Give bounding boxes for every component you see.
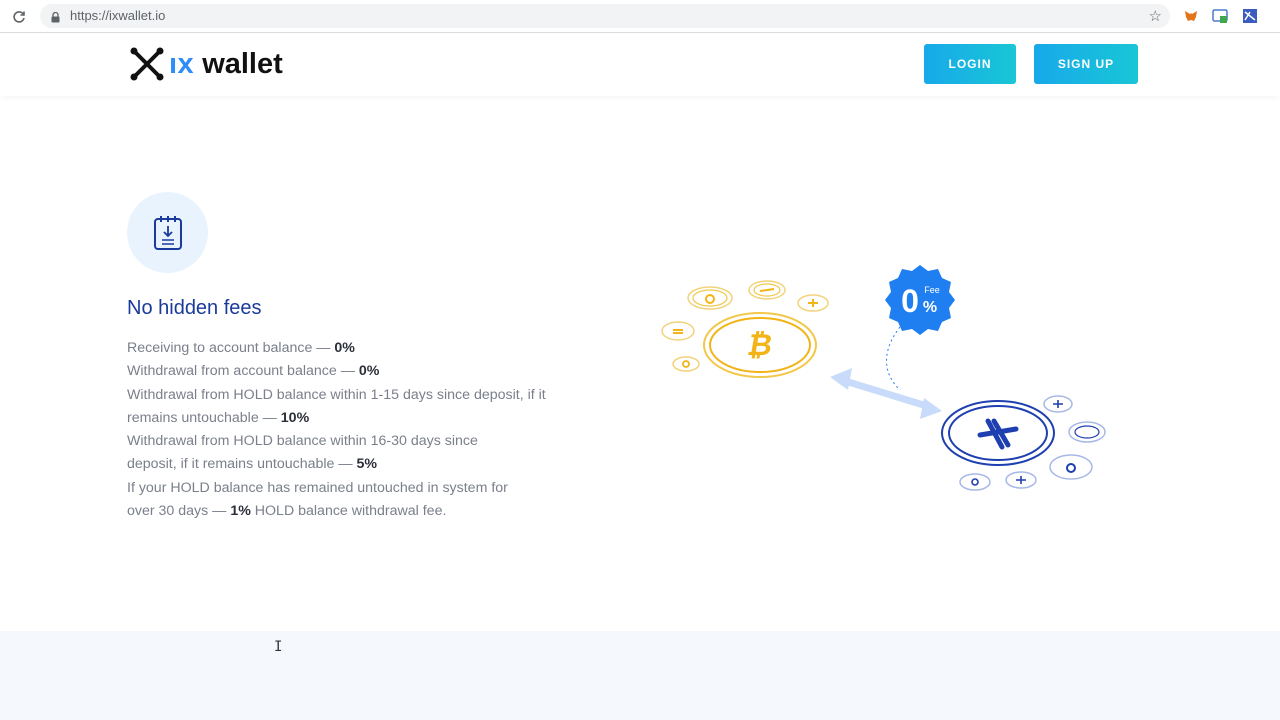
document-icon-circle xyxy=(127,192,208,273)
small-coin-icon xyxy=(672,356,700,372)
badge-fee-text: Fee xyxy=(924,285,940,295)
bitcoin-coin-icon: ₿ xyxy=(703,312,817,378)
browser-toolbar: https://ixwallet.io ☆ xyxy=(0,0,1280,33)
star-icon[interactable]: ☆ xyxy=(1149,7,1162,25)
login-button[interactable]: LOGIN xyxy=(924,44,1016,84)
document-icon xyxy=(153,215,182,250)
small-coin-icon xyxy=(1043,395,1073,413)
fee-item: Withdrawal from HOLD balance within 16-3… xyxy=(127,433,478,473)
reload-icon[interactable] xyxy=(10,8,28,26)
next-section-band xyxy=(0,631,1280,720)
ixwallet-logo[interactable]: ıx wallet xyxy=(129,46,283,82)
small-coin-icon xyxy=(797,294,829,312)
text-cursor-icon: I xyxy=(274,639,283,655)
logo-mark-icon xyxy=(130,47,164,81)
small-coin-icon xyxy=(1068,421,1106,443)
logo-wallet-text: wallet xyxy=(202,47,283,80)
lock-icon xyxy=(51,10,60,28)
small-coin-icon xyxy=(661,321,695,341)
metamask-extension-icon[interactable] xyxy=(1183,8,1199,24)
site-header: ıx wallet LOGIN SIGN UP xyxy=(0,34,1280,96)
fee-badge-icon: 0 Fee % xyxy=(885,265,955,335)
small-coin-icon xyxy=(748,280,786,300)
fee-item: Receiving to account balance — 0% xyxy=(127,340,355,356)
fee-item: If your HOLD balance has remained untouc… xyxy=(127,479,508,520)
badge-percent-text: % xyxy=(923,299,937,316)
fee-item: Withdrawal from account balance — 0% xyxy=(127,363,380,380)
badge-number: 0 xyxy=(901,283,919,319)
fee-illustration: ₿ 0 Fee % xyxy=(661,265,1106,491)
address-bar[interactable]: https://ixwallet.io ☆ xyxy=(40,4,1170,28)
screenshot-extension-icon[interactable] xyxy=(1212,8,1228,24)
fee-list: Receiving to account balance — 0% Withdr… xyxy=(127,337,547,523)
exchange-arrows-icon xyxy=(830,368,942,419)
small-coin-icon xyxy=(1005,471,1037,489)
small-coin-icon xyxy=(959,473,991,491)
ix-coin-icon xyxy=(941,400,1055,466)
fee-item: Withdrawal from HOLD balance within 1-15… xyxy=(127,386,546,426)
signup-button[interactable]: SIGN UP xyxy=(1034,44,1138,84)
section-title: No hidden fees xyxy=(127,297,262,319)
url-text: https://ixwallet.io xyxy=(70,8,166,23)
logo-ix-text: ıx xyxy=(169,47,195,80)
small-coin-icon xyxy=(687,286,733,310)
dotted-connector xyxy=(886,326,901,391)
small-coin-icon xyxy=(1049,454,1093,480)
extension-icon[interactable] xyxy=(1242,8,1258,24)
